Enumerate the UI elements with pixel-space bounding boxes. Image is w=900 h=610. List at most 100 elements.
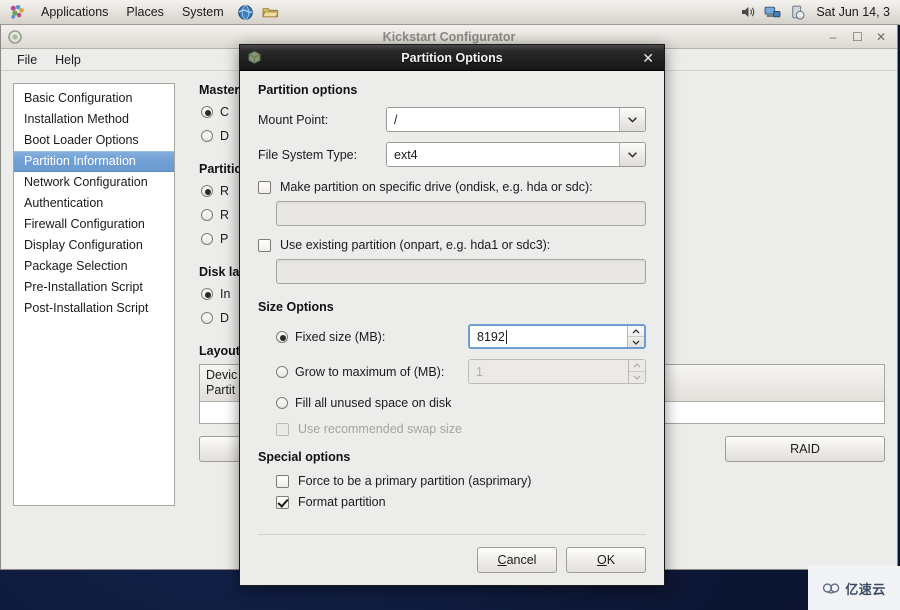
- dialog-titlebar: Partition Options ✕: [240, 45, 664, 71]
- chevron-down-icon[interactable]: [619, 108, 645, 131]
- format-partition-row[interactable]: Format partition: [276, 495, 646, 509]
- dialog-title: Partition Options: [401, 50, 503, 65]
- radio-label: R: [220, 208, 230, 222]
- spinner-up-icon: [629, 360, 645, 372]
- spinner-buttons[interactable]: [627, 326, 644, 347]
- recommended-swap-row: Use recommended swap size: [276, 422, 646, 436]
- asprimary-row[interactable]: Force to be a primary partition (asprima…: [276, 474, 646, 488]
- radio-label: P: [220, 232, 229, 246]
- partition-options-dialog: Partition Options ✕ Partition options Mo…: [239, 44, 665, 586]
- mount-point-label: Mount Point:: [258, 112, 329, 127]
- spinner-up-icon[interactable]: [628, 326, 644, 337]
- sidebar-item-post-installation-script[interactable]: Post-Installation Script: [14, 298, 174, 319]
- onpart-checkbox[interactable]: [258, 238, 271, 252]
- dialog-button-row: Cancel OK: [258, 547, 646, 573]
- mount-point-row: Mount Point: /: [258, 107, 646, 132]
- cancel-button[interactable]: Cancel: [477, 547, 557, 573]
- ok-mnemonic: O: [596, 553, 607, 567]
- ok-label: K: [606, 553, 616, 567]
- grow-to-maximum-input: 1: [469, 360, 628, 383]
- dialog-body: Partition options Mount Point: / File Sy…: [240, 71, 664, 532]
- grow-to-maximum-row[interactable]: Grow to maximum of (MB): 1: [276, 359, 646, 384]
- onpart-checkbox-row[interactable]: Use existing partition (onpart, e.g. hda…: [258, 238, 646, 252]
- panel-menu-applications[interactable]: Applications: [32, 0, 117, 25]
- close-button[interactable]: ✕: [876, 31, 886, 43]
- format-partition-label: Format partition: [298, 495, 386, 509]
- desktop: Applications Places System Sat Jun 14, 3…: [0, 0, 900, 610]
- radio-indicator: [201, 233, 213, 245]
- sidebar-item-firewall-configuration[interactable]: Firewall Configuration: [14, 214, 174, 235]
- ondisk-label: Make partition on specific drive (ondisk…: [280, 180, 593, 194]
- panel-tray: Sat Jun 14, 3: [736, 4, 900, 21]
- ondisk-input[interactable]: [276, 201, 646, 226]
- volume-icon[interactable]: [736, 4, 760, 20]
- sidebar-item-partition-information[interactable]: Partition Information: [14, 151, 174, 172]
- gnome-foot-icon[interactable]: [0, 4, 32, 21]
- watermark-text: 亿速云: [845, 581, 886, 597]
- radio-label: In: [220, 287, 231, 301]
- raid-button[interactable]: RAID: [725, 436, 885, 462]
- ondisk-checkbox[interactable]: [258, 180, 271, 194]
- sidebar-item-authentication[interactable]: Authentication: [14, 193, 174, 214]
- grow-to-maximum-label: Grow to maximum of (MB):: [295, 364, 445, 379]
- radio-indicator: [201, 185, 213, 197]
- updates-icon[interactable]: [785, 4, 810, 21]
- cancel-label: ancel: [506, 553, 537, 567]
- ok-button[interactable]: OK: [566, 547, 646, 573]
- grow-to-maximum-spinner: 1: [468, 359, 646, 384]
- clock[interactable]: Sat Jun 14, 3: [810, 5, 896, 19]
- top-panel: Applications Places System Sat Jun 14, 3: [0, 0, 900, 25]
- sidebar-item-installation-method[interactable]: Installation Method: [14, 109, 174, 130]
- grow-to-maximum-radio[interactable]: [276, 365, 288, 378]
- format-partition-checkbox[interactable]: [276, 495, 289, 509]
- ondisk-checkbox-row[interactable]: Make partition on specific drive (ondisk…: [258, 180, 646, 194]
- file-system-type-value[interactable]: ext4: [387, 143, 619, 166]
- menu-help[interactable]: Help: [46, 51, 90, 69]
- main-window-controls: – ☐ ✕: [828, 31, 897, 43]
- fixed-size-input[interactable]: 8192: [470, 326, 627, 347]
- maximize-button[interactable]: ☐: [852, 31, 863, 43]
- sidebar-item-package-selection[interactable]: Package Selection: [14, 256, 174, 277]
- radio-indicator: [201, 312, 213, 324]
- spinner-buttons: [628, 360, 645, 383]
- recommended-swap-label: Use recommended swap size: [298, 422, 462, 436]
- section-heading-partition-options: Partition options: [258, 83, 358, 97]
- folder-icon[interactable]: [258, 4, 283, 21]
- main-window-title: Kickstart Configurator: [382, 29, 516, 44]
- chevron-down-icon[interactable]: [619, 143, 645, 166]
- sidebar-item-network-configuration[interactable]: Network Configuration: [14, 172, 174, 193]
- globe-icon[interactable]: [233, 4, 258, 21]
- mount-point-combobox[interactable]: /: [386, 107, 646, 132]
- fixed-size-row[interactable]: Fixed size (MB): 8192: [276, 324, 646, 349]
- cloud-icon: [823, 583, 840, 594]
- fixed-size-label: Fixed size (MB):: [295, 329, 386, 344]
- fill-unused-space-radio[interactable]: [276, 397, 288, 409]
- mount-point-value[interactable]: /: [387, 108, 619, 131]
- fill-unused-space-row[interactable]: Fill all unused space on disk: [276, 394, 646, 412]
- file-system-type-label: File System Type:: [258, 147, 358, 162]
- minimize-button[interactable]: –: [828, 31, 838, 43]
- fixed-size-radio[interactable]: [276, 330, 288, 343]
- radio-label: D: [220, 311, 230, 325]
- onpart-input[interactable]: [276, 259, 646, 284]
- section-heading-size-options: Size Options: [258, 300, 334, 314]
- network-icon[interactable]: [760, 4, 785, 21]
- sidebar-item-pre-installation-script[interactable]: Pre-Installation Script: [14, 277, 174, 298]
- menu-file[interactable]: File: [8, 51, 46, 69]
- sidebar-item-display-configuration[interactable]: Display Configuration: [14, 235, 174, 256]
- dialog-close-icon[interactable]: ✕: [642, 51, 654, 65]
- configuration-sidebar[interactable]: Basic Configuration Installation Method …: [13, 83, 175, 506]
- sidebar-item-boot-loader-options[interactable]: Boot Loader Options: [14, 130, 174, 151]
- panel-menu-places[interactable]: Places: [117, 0, 173, 25]
- asprimary-checkbox[interactable]: [276, 474, 289, 488]
- radio-indicator: [201, 130, 213, 142]
- radio-label: R: [220, 184, 230, 198]
- radio-indicator: [201, 106, 213, 118]
- text-caret: [505, 329, 507, 344]
- fixed-size-spinner[interactable]: 8192: [468, 324, 646, 349]
- footer-divider: [258, 534, 646, 535]
- file-system-type-combobox[interactable]: ext4: [386, 142, 646, 167]
- spinner-down-icon[interactable]: [628, 337, 644, 347]
- panel-menu-system[interactable]: System: [173, 0, 233, 25]
- sidebar-item-basic-configuration[interactable]: Basic Configuration: [14, 88, 174, 109]
